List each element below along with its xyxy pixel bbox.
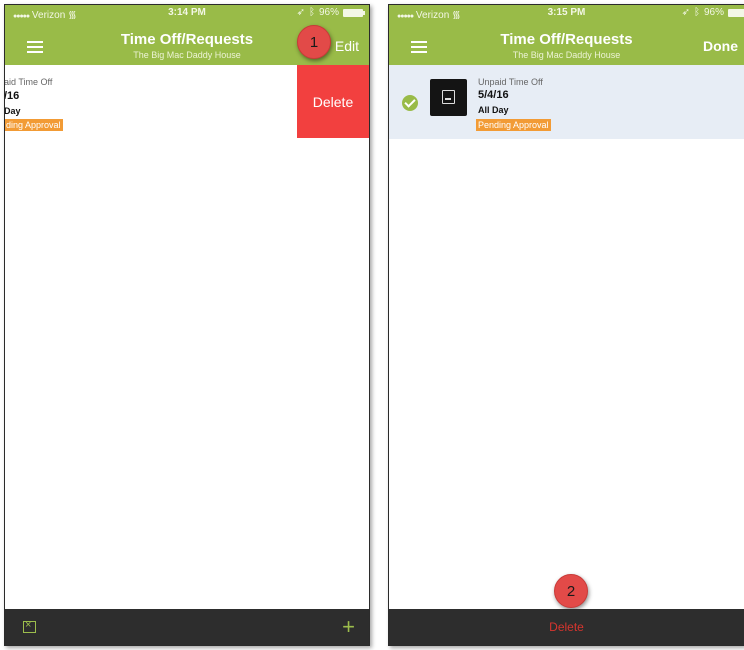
request-row-selected[interactable]: Unpaid Time Off 5/4/16 All Day Pending A…	[389, 65, 744, 139]
status-badge: Pending Approval	[476, 119, 551, 131]
calendar-remove-icon[interactable]	[23, 619, 36, 633]
delete-button[interactable]: Delete	[389, 609, 744, 645]
nav-bar: ●●●●● Verizon ᯾ 3:15 PM ➶ ᛒ 96% Time Off…	[389, 5, 744, 65]
battery-icon	[343, 8, 365, 17]
phone-screen-left: ●●●●● Verizon ᯾ 3:14 PM ➶ ᛒ 96% Time Off…	[4, 4, 370, 646]
swipe-delete-button[interactable]: Delete	[297, 65, 369, 138]
request-duration: All Day	[478, 105, 509, 115]
request-date: /16	[4, 90, 20, 102]
battery-icon	[728, 8, 744, 17]
page-subtitle: The Big Mac Daddy House	[512, 50, 621, 60]
status-badge: ding Approval	[5, 119, 63, 131]
phone-screen-right: ●●●●● Verizon ᯾ 3:15 PM ➶ ᛒ 96% Time Off…	[388, 4, 744, 646]
add-icon[interactable]: +	[342, 614, 355, 640]
checkmark-icon[interactable]	[402, 95, 418, 111]
request-type: aid Time Off	[4, 77, 53, 87]
bottom-toolbar: +	[5, 609, 369, 645]
status-bar: ●●●●● Verizon ᯾ 3:15 PM ➶ ᛒ 96%	[389, 5, 744, 21]
battery-percent: 96%	[703, 7, 724, 18]
status-bar: ●●●●● Verizon ᯾ 3:14 PM ➶ ᛒ 96%	[5, 5, 369, 21]
callout-badge-2: 2	[554, 574, 588, 608]
request-type: Unpaid Time Off	[478, 77, 543, 87]
battery-percent: 96%	[318, 7, 339, 18]
request-date: 5/4/16	[478, 89, 509, 101]
done-button[interactable]: Done	[703, 38, 738, 54]
status-right: ➶ ᛒ 96%	[296, 7, 365, 18]
status-right: ➶ ᛒ 96%	[682, 7, 744, 18]
bluetooth-icon: ᛒ	[308, 7, 315, 18]
edit-button[interactable]: Edit	[335, 38, 359, 54]
callout-badge-1: 1	[297, 25, 331, 59]
bluetooth-icon: ᛒ	[693, 7, 700, 18]
page-title: Time Off/Requests	[500, 31, 633, 48]
calendar-icon	[430, 79, 467, 116]
request-duration: Day	[4, 106, 21, 116]
location-icon: ➶	[296, 7, 305, 18]
location-icon: ➶	[681, 7, 690, 18]
